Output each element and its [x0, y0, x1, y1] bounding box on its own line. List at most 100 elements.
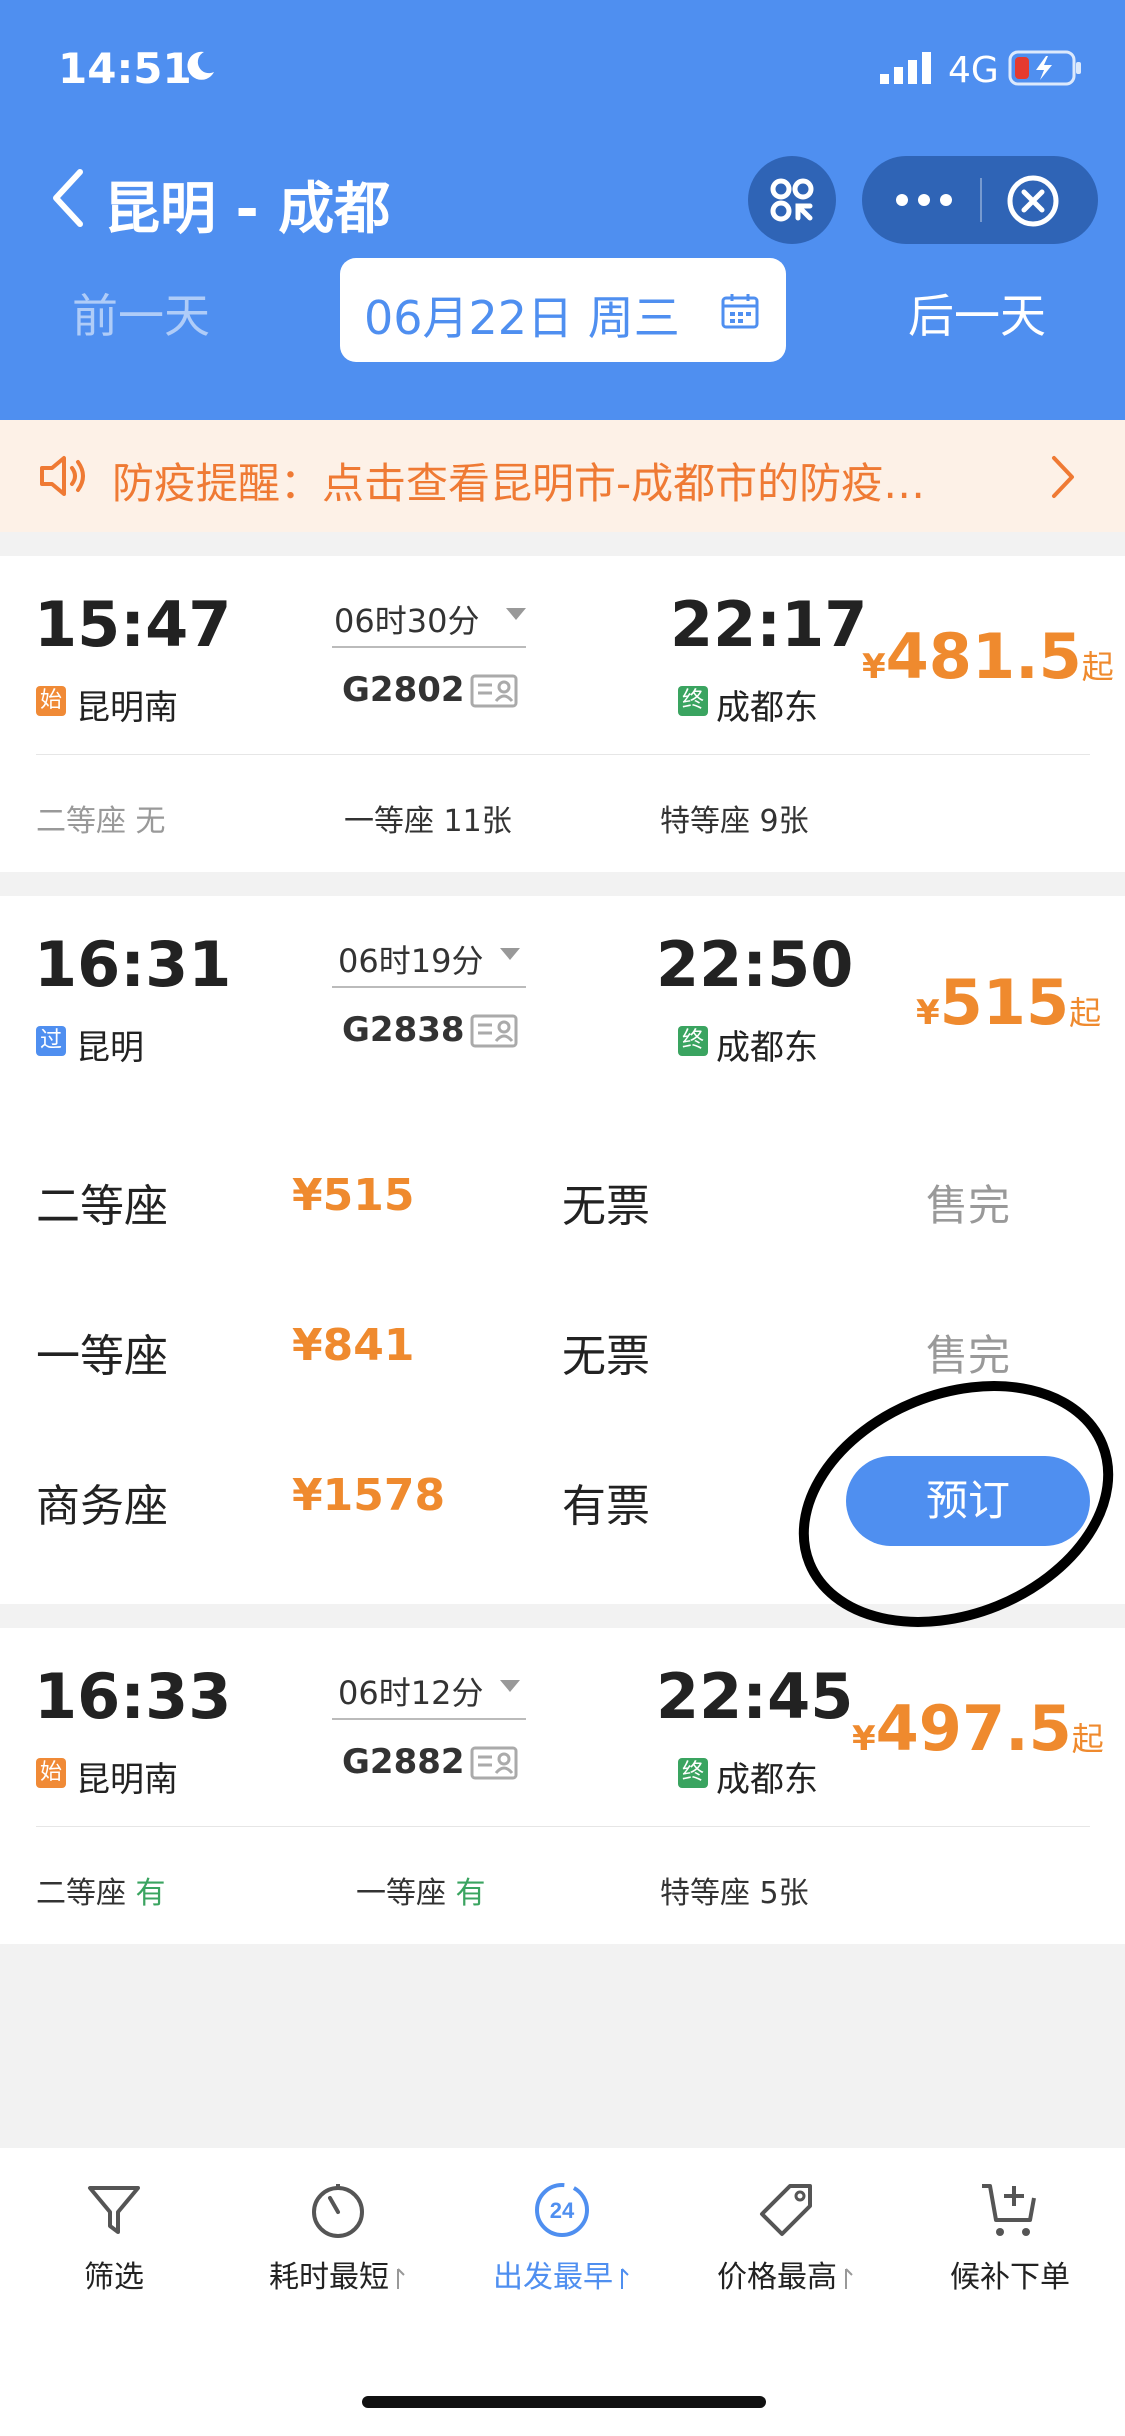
- close-icon[interactable]: [1006, 174, 1060, 228]
- seat-name: 特等座: [660, 804, 750, 839]
- timer-icon: [312, 2184, 364, 2238]
- notice-text: 防疫提醒：点击查看昆明市-成都市的防疫…: [112, 459, 926, 508]
- seat-avail: 有: [455, 1876, 486, 1911]
- clock-24-icon: 24: [535, 2183, 589, 2237]
- tab-highest-price[interactable]: 价格最高: [686, 2180, 886, 2296]
- seat-name: 特等座: [660, 1876, 750, 1911]
- arrival-time: 22:50: [656, 928, 854, 1001]
- seat-avail: 11张: [443, 804, 512, 839]
- tab-waitlist-order[interactable]: 候补下单: [910, 2180, 1110, 2296]
- date-label: 06月22日 周三: [364, 291, 680, 345]
- arrival-station: 成都东: [716, 1760, 818, 1800]
- seat-name: 一等座: [356, 1876, 446, 1911]
- scan-button[interactable]: [748, 156, 836, 244]
- back-icon[interactable]: [48, 168, 88, 228]
- seat-name: 一等座: [344, 804, 434, 839]
- arrival-time: 22:45: [656, 1660, 854, 1733]
- divider: [36, 1826, 1090, 1827]
- price: ¥515起: [916, 966, 1101, 1039]
- scan-icon: [770, 178, 814, 222]
- price-tag-icon: [760, 2184, 812, 2236]
- date-picker[interactable]: 06月22日 周三: [340, 258, 786, 362]
- seat-info: 二等座 有: [36, 1868, 166, 1912]
- epidemic-notice-banner[interactable]: 防疫提醒：点击查看昆明市-成都市的防疫…: [0, 420, 1125, 532]
- arrival-station: 成都东: [716, 1028, 818, 1068]
- annotation-circle: [798, 1381, 1114, 1627]
- seat-info: 一等座 有: [356, 1868, 486, 1912]
- sort-icon: [397, 2268, 405, 2289]
- pass-badge: 过: [36, 1026, 66, 1056]
- train-card[interactable]: 15:47 始 昆明南 06时30分 G2802 22:17 终 成都东 ¥48…: [0, 556, 1125, 872]
- tab-shortest-duration[interactable]: 耗时最短: [238, 2180, 438, 2296]
- dropdown-arrow-icon[interactable]: [506, 608, 526, 622]
- end-badge: 终: [678, 686, 708, 716]
- filter-icon: [88, 2186, 140, 2234]
- cart-add-icon: [982, 2184, 1036, 2236]
- tab-label: 耗时最短: [238, 2252, 438, 2296]
- departure-station: 昆明: [76, 1028, 144, 1068]
- tab-label-text: 出发最早: [493, 2260, 613, 2295]
- duration: 06时30分: [334, 602, 480, 640]
- departure-time: 15:47: [34, 588, 232, 661]
- seat-avail: 5张: [759, 1876, 809, 1911]
- price-symbol: ¥: [852, 1719, 876, 1759]
- tab-label: 筛选: [84, 2260, 144, 2295]
- duration-line: [332, 1718, 526, 1720]
- prev-day-button[interactable]: 前一天: [72, 280, 210, 346]
- duration-line: [332, 646, 526, 648]
- seat-info: 一等座 11张: [344, 796, 512, 840]
- dropdown-arrow-icon[interactable]: [500, 1680, 520, 1694]
- seat-class-name: 一等座: [36, 1331, 168, 1382]
- price-suffix: 起: [1081, 648, 1114, 686]
- tab-earliest-departure[interactable]: 24 出发最早: [462, 2180, 662, 2296]
- start-badge: 始: [36, 686, 66, 716]
- price-value: 515: [939, 966, 1070, 1039]
- network-label: 4G: [948, 50, 999, 91]
- home-indicator[interactable]: [362, 2396, 766, 2408]
- seat-class-status: 无票: [562, 1331, 650, 1382]
- price: ¥481.5起: [862, 620, 1114, 693]
- train-card[interactable]: 16:33 始 昆明南 06时12分 G2882 22:45 终 成都东 ¥49…: [0, 1628, 1125, 1944]
- seat-class-name: 商务座: [36, 1481, 168, 1532]
- svg-text:24: 24: [550, 2198, 575, 2223]
- seat-name: 二等座: [36, 804, 126, 839]
- speaker-icon: [40, 456, 85, 496]
- chevron-right-icon: [1052, 456, 1074, 498]
- duration-line: [332, 986, 526, 988]
- departure-time: 16:33: [34, 1660, 232, 1733]
- next-day-button[interactable]: 后一天: [908, 280, 1046, 346]
- id-card-icon: [470, 1746, 518, 1780]
- seat-avail: 9张: [759, 804, 809, 839]
- seat-avail: 无: [135, 804, 166, 839]
- moon-icon: [187, 51, 214, 80]
- dropdown-arrow-icon[interactable]: [500, 948, 520, 962]
- calendar-icon: [721, 294, 759, 329]
- seat-class-name: 二等座: [36, 1181, 168, 1232]
- bottom-toolbar: 筛选 耗时最短 24 出发最早 价格最高 候补下单: [0, 2148, 1125, 2436]
- arrival-time: 22:17: [670, 588, 868, 661]
- seat-info: 二等座 无: [36, 796, 166, 840]
- seat-name: 二等座: [36, 1876, 126, 1911]
- header: 14:51 4G 昆明 - 成都 前一天 06月22日 周三 后一天: [0, 0, 1125, 420]
- route-title: 昆明 - 成都: [104, 177, 391, 242]
- price-symbol: ¥: [916, 993, 940, 1033]
- end-badge: 终: [678, 1026, 708, 1056]
- price-value: 481.5: [885, 620, 1082, 693]
- train-number: G2838: [342, 1010, 465, 1050]
- sold-out-label: 售完: [926, 1181, 1011, 1230]
- seat-class-price: ¥515: [292, 1170, 415, 1221]
- divider: [36, 754, 1090, 755]
- tab-label-text: 耗时最短: [269, 2260, 389, 2295]
- more-icon[interactable]: [894, 190, 954, 210]
- arrival-station: 成都东: [716, 688, 818, 728]
- price-symbol: ¥: [862, 647, 886, 687]
- price-suffix: 起: [1071, 1720, 1104, 1758]
- duration: 06时19分: [338, 942, 484, 980]
- capsule-menu: [862, 156, 1098, 244]
- tab-filter[interactable]: 筛选: [14, 2180, 214, 2296]
- id-card-icon: [470, 674, 518, 708]
- signal-icon: [880, 52, 931, 84]
- tab-label: 候补下单: [950, 2260, 1070, 2295]
- train-number: G2802: [342, 670, 465, 710]
- sort-icon: [621, 2268, 629, 2289]
